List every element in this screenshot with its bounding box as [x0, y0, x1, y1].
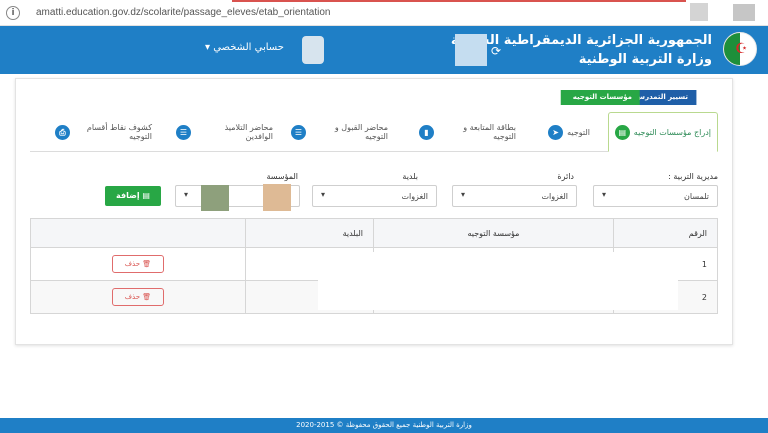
save-icon: ▤ — [142, 191, 150, 200]
column-header-actions — [30, 218, 246, 248]
list-icon: ☰ — [291, 124, 306, 140]
bookmark-icon: ▮ — [419, 124, 434, 140]
directorate-select[interactable]: تلمسان ▾ — [593, 185, 718, 207]
browser-address-bar[interactable]: i amatti.education.gov.dz/scolarite/pass… — [0, 0, 768, 26]
tab-insert-institutions[interactable]: ▤ إدراج مؤسسات التوجيه — [607, 112, 718, 152]
row-actions: 🗑 حذف — [30, 247, 246, 281]
tab-followup-card[interactable]: ▮ بطاقة المتابعة و التوجيه — [419, 112, 516, 152]
url-text[interactable]: amatti.education.gov.dz/scolarite/passag… — [36, 7, 330, 18]
redacted-region — [263, 184, 291, 211]
school-logo — [455, 34, 487, 66]
browser-extension-icon[interactable] — [690, 3, 708, 21]
tab-label: بطاقة المتابعة و التوجيه — [463, 123, 516, 141]
tab-orientation[interactable]: ➤ التوجيه — [548, 112, 590, 152]
delete-label: حذف — [124, 293, 141, 301]
list-icon: ☰ — [176, 124, 191, 140]
my-account-menu[interactable]: حسابي الشخصي ▾ — [205, 42, 284, 53]
delete-button[interactable]: 🗑 حذف — [112, 288, 164, 306]
algeria-flag-logo: ☪ — [723, 32, 757, 66]
chevron-down-icon: ▾ — [205, 42, 211, 53]
chevron-down-icon: ▾ — [321, 190, 326, 199]
redacted-region — [318, 252, 678, 310]
browser-profile-icon[interactable] — [733, 4, 755, 21]
site-info-icon[interactable]: i — [6, 6, 20, 20]
site-footer: وزارة التربية الوطنية جميع الحقوق محفوظة… — [0, 418, 768, 433]
chevron-down-icon: ▾ — [602, 190, 607, 199]
loading-indicator — [232, 0, 686, 2]
tab-bar: ▤ إدراج مؤسسات التوجيه ➤ التوجيه ▮ بطاقة… — [30, 112, 718, 152]
row-actions: 🗑 حذف — [30, 280, 246, 314]
directorate-label: مديرية التربية : — [668, 172, 718, 181]
trash-icon: 🗑 — [142, 260, 152, 268]
commune-select[interactable]: الغزوات ▾ — [312, 185, 437, 207]
tab-label: إدراج مؤسسات التوجيه — [633, 127, 711, 137]
redacted-region — [201, 185, 229, 211]
add-button-label: إضافة — [116, 191, 140, 200]
header-title-ministry: وزارة التربية الوطنية — [578, 52, 712, 67]
site-header: ☪ الجمهورية الجزائرية الديمقراطية الشعبي… — [0, 26, 768, 74]
column-header-institution: مؤسسة التوجيه — [373, 218, 614, 248]
trash-icon: 🗑 — [142, 293, 152, 301]
daira-label: دائرة — [557, 172, 574, 181]
tab-incoming-students-minutes[interactable]: ☰ محاضر التلاميذ الوافدين — [176, 112, 273, 152]
tab-admission-minutes[interactable]: ☰ محاضر القبول و التوجيه — [291, 112, 388, 152]
tab-grade-reports[interactable]: ⎙ كشوف نقاط أقسام التوجيه — [55, 112, 152, 152]
daira-select[interactable]: الغزوات ▾ — [452, 185, 577, 207]
tab-label: التوجيه — [567, 127, 590, 137]
tab-label: كشوف نقاط أقسام التوجيه — [86, 123, 152, 141]
breadcrumb-item-orientation-institutions[interactable]: مؤسسات التوجيه — [560, 90, 640, 105]
institution-label: المؤسسة — [266, 172, 298, 181]
delete-label: حذف — [124, 260, 141, 268]
chevron-down-icon: ▾ — [461, 190, 466, 199]
refresh-icon[interactable]: ⟳ — [491, 44, 501, 58]
user-avatar[interactable] — [302, 36, 324, 64]
chevron-down-icon: ▾ — [184, 190, 189, 199]
tab-label: محاضر القبول و التوجيه — [334, 123, 388, 141]
column-header-number: الرقم — [613, 218, 718, 248]
add-button[interactable]: ▤ إضافة — [105, 186, 161, 206]
print-icon: ⎙ — [55, 124, 70, 140]
column-header-commune: البلدية — [245, 218, 374, 248]
delete-button[interactable]: 🗑 حذف — [112, 255, 164, 273]
commune-label: بلدية — [402, 172, 418, 181]
tab-label: محاضر التلاميذ الوافدين — [224, 123, 273, 141]
list-icon: ▤ — [614, 124, 630, 140]
send-icon: ➤ — [548, 124, 564, 140]
